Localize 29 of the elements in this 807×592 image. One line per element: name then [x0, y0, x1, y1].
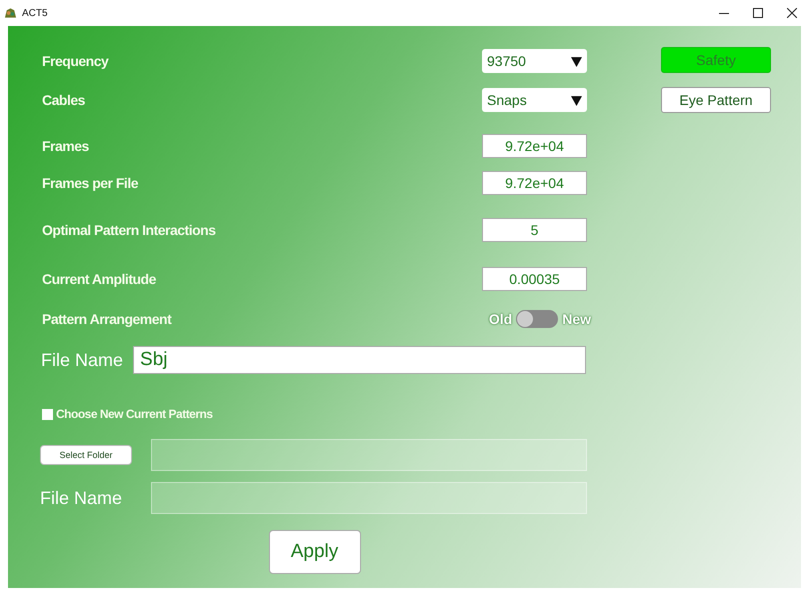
- app-icon: [4, 7, 17, 19]
- apply-button[interactable]: Apply: [268, 530, 360, 574]
- setting-label: Cables: [42, 92, 85, 108]
- number-field[interactable]: 5: [482, 218, 587, 242]
- field-label: File Name: [40, 488, 122, 508]
- window-title: ACT5: [22, 8, 48, 18]
- number-field[interactable]: 0.00035: [482, 267, 587, 291]
- setting-label: Frames per File: [42, 175, 138, 191]
- toggle-label: New: [562, 311, 591, 327]
- setting-label: Pattern Arrangement: [42, 311, 172, 327]
- setting-label: Optimal Pattern Interactions: [42, 222, 216, 238]
- dropdown[interactable]: Snaps: [482, 88, 587, 112]
- action-button[interactable]: Eye Pattern: [661, 87, 771, 113]
- number-field[interactable]: 9.72e+04: [482, 171, 587, 195]
- checkbox-label: Choose New Current Patterns: [56, 407, 213, 421]
- caret-icon: [571, 56, 582, 66]
- action-button[interactable]: Safety: [661, 47, 771, 73]
- toggle-label: Old: [488, 311, 512, 327]
- toggle-switch[interactable]: [516, 310, 558, 328]
- maximize-icon[interactable]: [753, 8, 763, 18]
- dropdown[interactable]: 93750: [482, 49, 587, 73]
- caret-icon: [571, 94, 582, 106]
- close-icon[interactable]: [787, 8, 797, 18]
- setting-label: Frames: [42, 138, 89, 154]
- field-label: File Name: [41, 350, 124, 370]
- number-field[interactable]: 9.72e+04: [482, 134, 587, 158]
- file-name-field[interactable]: Sbj: [133, 346, 586, 374]
- setting-label: Current Amplitude: [42, 271, 156, 287]
- setting-label: Frequency: [42, 53, 108, 69]
